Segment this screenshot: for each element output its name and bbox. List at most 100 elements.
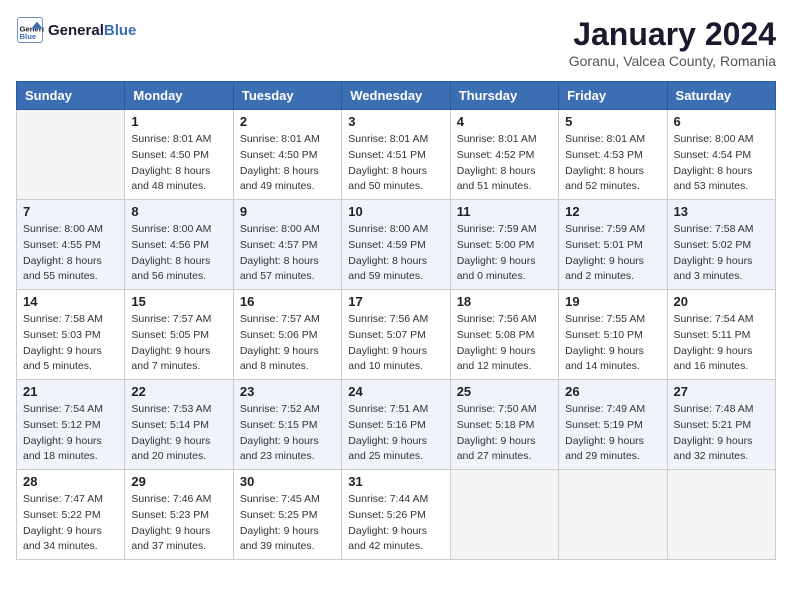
calendar-cell: 3 Sunrise: 8:01 AMSunset: 4:51 PMDaylight…	[342, 110, 450, 200]
logo-text: GeneralBlue	[48, 22, 136, 39]
day-info: Sunrise: 7:51 AMSunset: 5:16 PMDaylight:…	[348, 402, 443, 465]
day-info: Sunrise: 7:45 AMSunset: 5:25 PMDaylight:…	[240, 492, 335, 555]
calendar-header-row: SundayMondayTuesdayWednesdayThursdayFrid…	[17, 82, 776, 110]
day-number: 4	[457, 114, 552, 129]
calendar-cell: 21Sunrise: 7:54 AMSunset: 5:12 PMDayligh…	[17, 380, 125, 470]
day-info: Sunrise: 8:01 AMSunset: 4:53 PMDaylight:…	[565, 132, 660, 195]
calendar-cell: 8 Sunrise: 8:00 AMSunset: 4:56 PMDaylight…	[125, 200, 233, 290]
day-number: 24	[348, 384, 443, 399]
day-number: 2	[240, 114, 335, 129]
calendar-cell: 17 Sunrise: 7:56 AMSunset: 5:07 PMDayligh…	[342, 290, 450, 380]
day-number: 9	[240, 204, 335, 219]
calendar-cell: 7 Sunrise: 8:00 AMSunset: 4:55 PMDaylight…	[17, 200, 125, 290]
day-number: 20	[674, 294, 769, 309]
day-number: 21	[23, 384, 118, 399]
day-info: Sunrise: 8:01 AMSunset: 4:51 PMDaylight:…	[348, 132, 443, 195]
calendar-cell: 22 Sunrise: 7:53 AMSunset: 5:14 PMDayligh…	[125, 380, 233, 470]
calendar-cell: 10 Sunrise: 8:00 AMSunset: 4:59 PMDayligh…	[342, 200, 450, 290]
calendar-cell: 12Sunrise: 7:59 AMSunset: 5:01 PMDayligh…	[559, 200, 667, 290]
day-info: Sunrise: 7:55 AMSunset: 5:10 PMDaylight:…	[565, 312, 660, 375]
day-number: 23	[240, 384, 335, 399]
calendar-cell: 18 Sunrise: 7:56 AMSunset: 5:08 PMDayligh…	[450, 290, 558, 380]
calendar-cell: 29Sunrise: 7:46 AMSunset: 5:23 PMDayligh…	[125, 470, 233, 560]
day-info: Sunrise: 8:01 AMSunset: 4:50 PMDaylight:…	[240, 132, 335, 195]
calendar-cell: 16Sunrise: 7:57 AMSunset: 5:06 PMDayligh…	[233, 290, 341, 380]
calendar-cell: 25 Sunrise: 7:50 AMSunset: 5:18 PMDayligh…	[450, 380, 558, 470]
day-info: Sunrise: 8:00 AMSunset: 4:54 PMDaylight:…	[674, 132, 769, 195]
day-info: Sunrise: 8:00 AMSunset: 4:55 PMDaylight:…	[23, 222, 118, 285]
day-info: Sunrise: 7:49 AMSunset: 5:19 PMDaylight:…	[565, 402, 660, 465]
location: Goranu, Valcea County, Romania	[569, 53, 776, 69]
day-info: Sunrise: 7:50 AMSunset: 5:18 PMDaylight:…	[457, 402, 552, 465]
day-info: Sunrise: 7:53 AMSunset: 5:14 PMDaylight:…	[131, 402, 226, 465]
day-info: Sunrise: 7:59 AMSunset: 5:00 PMDaylight:…	[457, 222, 552, 285]
day-number: 27	[674, 384, 769, 399]
week-row-2: 7 Sunrise: 8:00 AMSunset: 4:55 PMDaylight…	[17, 200, 776, 290]
day-number: 29	[131, 474, 226, 489]
day-info: Sunrise: 8:00 AMSunset: 4:56 PMDaylight:…	[131, 222, 226, 285]
calendar-cell: 14 Sunrise: 7:58 AMSunset: 5:03 PMDayligh…	[17, 290, 125, 380]
day-info: Sunrise: 8:01 AMSunset: 4:52 PMDaylight:…	[457, 132, 552, 195]
day-number: 7	[23, 204, 118, 219]
col-header-friday: Friday	[559, 82, 667, 110]
day-number: 17	[348, 294, 443, 309]
week-row-4: 21Sunrise: 7:54 AMSunset: 5:12 PMDayligh…	[17, 380, 776, 470]
day-number: 25	[457, 384, 552, 399]
calendar-cell	[17, 110, 125, 200]
day-info: Sunrise: 7:52 AMSunset: 5:15 PMDaylight:…	[240, 402, 335, 465]
title-block: January 2024 Goranu, Valcea County, Roma…	[569, 16, 776, 69]
week-row-3: 14 Sunrise: 7:58 AMSunset: 5:03 PMDayligh…	[17, 290, 776, 380]
calendar-cell: 9Sunrise: 8:00 AMSunset: 4:57 PMDaylight…	[233, 200, 341, 290]
day-info: Sunrise: 7:57 AMSunset: 5:05 PMDaylight:…	[131, 312, 226, 375]
day-number: 16	[240, 294, 335, 309]
day-info: Sunrise: 7:56 AMSunset: 5:08 PMDaylight:…	[457, 312, 552, 375]
day-info: Sunrise: 7:58 AMSunset: 5:02 PMDaylight:…	[674, 222, 769, 285]
day-number: 18	[457, 294, 552, 309]
week-row-1: 1Sunrise: 8:01 AMSunset: 4:50 PMDaylight…	[17, 110, 776, 200]
day-info: Sunrise: 7:56 AMSunset: 5:07 PMDaylight:…	[348, 312, 443, 375]
calendar-cell: 27Sunrise: 7:48 AMSunset: 5:21 PMDayligh…	[667, 380, 775, 470]
month-title: January 2024	[569, 16, 776, 53]
calendar-cell: 30Sunrise: 7:45 AMSunset: 5:25 PMDayligh…	[233, 470, 341, 560]
col-header-sunday: Sunday	[17, 82, 125, 110]
calendar-cell: 19Sunrise: 7:55 AMSunset: 5:10 PMDayligh…	[559, 290, 667, 380]
day-number: 22	[131, 384, 226, 399]
col-header-monday: Monday	[125, 82, 233, 110]
col-header-tuesday: Tuesday	[233, 82, 341, 110]
calendar-cell: 24 Sunrise: 7:51 AMSunset: 5:16 PMDayligh…	[342, 380, 450, 470]
calendar-table: SundayMondayTuesdayWednesdayThursdayFrid…	[16, 81, 776, 560]
day-info: Sunrise: 7:47 AMSunset: 5:22 PMDaylight:…	[23, 492, 118, 555]
day-number: 11	[457, 204, 552, 219]
col-header-saturday: Saturday	[667, 82, 775, 110]
day-info: Sunrise: 7:58 AMSunset: 5:03 PMDaylight:…	[23, 312, 118, 375]
calendar-cell	[667, 470, 775, 560]
day-info: Sunrise: 8:00 AMSunset: 4:59 PMDaylight:…	[348, 222, 443, 285]
calendar-cell: 20Sunrise: 7:54 AMSunset: 5:11 PMDayligh…	[667, 290, 775, 380]
day-number: 3	[348, 114, 443, 129]
calendar-cell: 15Sunrise: 7:57 AMSunset: 5:05 PMDayligh…	[125, 290, 233, 380]
calendar-cell: 6Sunrise: 8:00 AMSunset: 4:54 PMDaylight…	[667, 110, 775, 200]
calendar-cell: 31Sunrise: 7:44 AMSunset: 5:26 PMDayligh…	[342, 470, 450, 560]
calendar-cell: 4 Sunrise: 8:01 AMSunset: 4:52 PMDaylight…	[450, 110, 558, 200]
calendar-cell: 26Sunrise: 7:49 AMSunset: 5:19 PMDayligh…	[559, 380, 667, 470]
day-info: Sunrise: 7:44 AMSunset: 5:26 PMDaylight:…	[348, 492, 443, 555]
calendar-cell: 28 Sunrise: 7:47 AMSunset: 5:22 PMDayligh…	[17, 470, 125, 560]
day-number: 10	[348, 204, 443, 219]
calendar-cell: 1Sunrise: 8:01 AMSunset: 4:50 PMDaylight…	[125, 110, 233, 200]
day-number: 14	[23, 294, 118, 309]
day-info: Sunrise: 7:59 AMSunset: 5:01 PMDaylight:…	[565, 222, 660, 285]
day-number: 28	[23, 474, 118, 489]
day-number: 13	[674, 204, 769, 219]
day-number: 8	[131, 204, 226, 219]
calendar-cell: 5 Sunrise: 8:01 AMSunset: 4:53 PMDaylight…	[559, 110, 667, 200]
calendar-cell	[559, 470, 667, 560]
day-number: 5	[565, 114, 660, 129]
calendar-cell: 13 Sunrise: 7:58 AMSunset: 5:02 PMDayligh…	[667, 200, 775, 290]
page-header: General Blue GeneralBlue January 2024 Go…	[16, 16, 776, 69]
logo: General Blue GeneralBlue	[16, 16, 136, 44]
calendar-cell: 2 Sunrise: 8:01 AMSunset: 4:50 PMDaylight…	[233, 110, 341, 200]
svg-text:Blue: Blue	[20, 32, 37, 41]
week-row-5: 28 Sunrise: 7:47 AMSunset: 5:22 PMDayligh…	[17, 470, 776, 560]
col-header-thursday: Thursday	[450, 82, 558, 110]
calendar-cell	[450, 470, 558, 560]
